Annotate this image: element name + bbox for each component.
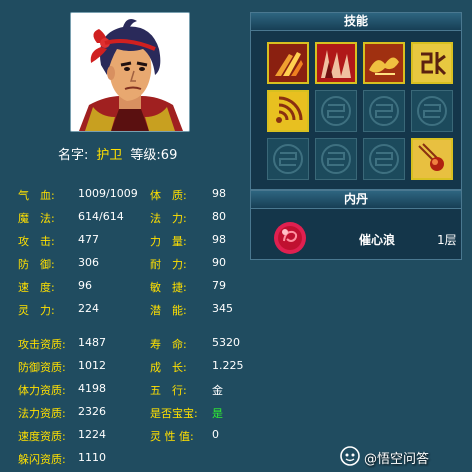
stat-value: 614/614 — [78, 210, 124, 223]
attribute-value: 345 — [212, 302, 233, 315]
warrior-portrait-icon — [71, 13, 189, 131]
skill-slot[interactable] — [315, 42, 357, 84]
skill-slot[interactable] — [411, 138, 453, 180]
flying-beast-skill-icon — [365, 44, 403, 82]
skill-slot[interactable] — [267, 90, 309, 132]
level-label: 等级: — [130, 148, 161, 163]
claw-strike-skill-icon — [269, 44, 307, 82]
aptitude-label: 防御资质: — [18, 361, 66, 374]
attribute-label: 法 力: — [150, 212, 187, 225]
empty-slot-icon — [417, 96, 447, 126]
skill-grid — [267, 42, 459, 180]
stat-label: 魔 法: — [18, 212, 55, 225]
inner-dan-panel: 内丹 催心浪 1层 — [250, 190, 462, 260]
growth-label: 寿 命: — [150, 338, 187, 351]
aptitude-label: 法力资质: — [18, 407, 66, 420]
empty-skill-slot[interactable] — [267, 138, 309, 180]
empty-slot-icon — [321, 144, 351, 174]
aptitude-value: 1110 — [78, 451, 106, 464]
name-level-row: 名字: 护卫 等级:69 — [58, 144, 177, 163]
growth-value: 金 — [212, 384, 223, 397]
empty-slot-icon — [321, 96, 351, 126]
growth-value: 是 — [212, 407, 223, 420]
attribute-label: 耐 力: — [150, 258, 187, 271]
attribute-label: 潜 能: — [150, 304, 187, 317]
aptitude-label: 速度资质: — [18, 430, 66, 443]
stat-label: 速 度: — [18, 281, 55, 294]
empty-slot-icon — [273, 144, 303, 174]
growth-label: 是否宝宝: — [150, 407, 198, 420]
attribute-value: 98 — [212, 233, 226, 246]
name-label: 名字: — [58, 148, 89, 163]
aptitude-label: 攻击资质: — [18, 338, 66, 351]
inner-dan-title: 内丹 — [251, 191, 461, 209]
attribute-value: 79 — [212, 279, 226, 292]
growth-value: 5320 — [212, 336, 240, 349]
stat-label: 灵 力: — [18, 304, 55, 317]
growth-label: 成 长: — [150, 361, 187, 374]
aptitude-value: 1224 — [78, 428, 106, 441]
attribute-value: 90 — [212, 256, 226, 269]
stat-value: 477 — [78, 233, 99, 246]
watermark: @悟空问答 — [340, 446, 470, 468]
empty-skill-slot[interactable] — [411, 90, 453, 132]
watermark-text: @悟空问答 — [364, 452, 430, 467]
inner-dan-name: 催心浪 — [359, 233, 396, 247]
growth-label: 灵 性 值: — [150, 430, 194, 443]
stat-value: 96 — [78, 279, 92, 292]
attribute-label: 体 质: — [150, 189, 187, 202]
empty-slot-icon — [369, 96, 399, 126]
attribute-value: 80 — [212, 210, 226, 223]
character-level: 69 — [160, 148, 178, 163]
stat-value: 306 — [78, 256, 99, 269]
skills-panel: 技能 — [250, 12, 462, 190]
stat-label: 攻 击: — [18, 235, 55, 248]
inner-dan-level: 1层 — [437, 233, 457, 247]
stat-value: 1009/1009 — [78, 187, 138, 200]
skills-panel-title: 技能 — [251, 13, 461, 31]
empty-skill-slot[interactable] — [315, 90, 357, 132]
aptitude-value: 1012 — [78, 359, 106, 372]
stat-label: 防 御: — [18, 258, 55, 271]
wukong-logo-icon — [340, 446, 360, 466]
red-orb-icon[interactable] — [273, 221, 307, 255]
attribute-label: 敏 捷: — [150, 281, 187, 294]
skill-slot[interactable] — [267, 42, 309, 84]
empty-skill-slot[interactable] — [315, 138, 357, 180]
aptitude-label: 躲闪资质: — [18, 453, 66, 466]
growth-value: 1.225 — [212, 359, 244, 372]
blood-strike-skill-icon — [317, 44, 355, 82]
stat-label: 气 血: — [18, 189, 55, 202]
attribute-value: 98 — [212, 187, 226, 200]
skill-slot[interactable] — [411, 42, 453, 84]
stat-value: 224 — [78, 302, 99, 315]
aptitude-value: 2326 — [78, 405, 106, 418]
character-name: 护卫 — [96, 148, 123, 163]
empty-slot-icon — [369, 144, 399, 174]
sound-wave-skill-icon — [269, 92, 307, 130]
character-portrait — [70, 12, 190, 132]
growth-label: 五 行: — [150, 384, 187, 397]
growth-value: 0 — [212, 428, 219, 441]
skill-slot[interactable] — [363, 42, 405, 84]
meteor-skill-icon — [413, 140, 451, 178]
aptitude-value: 4198 — [78, 382, 106, 395]
aptitude-label: 体力资质: — [18, 384, 66, 397]
aptitude-value: 1487 — [78, 336, 106, 349]
empty-skill-slot[interactable] — [363, 90, 405, 132]
rune-skill-icon — [413, 44, 451, 82]
attribute-label: 力 量: — [150, 235, 187, 248]
empty-skill-slot[interactable] — [363, 138, 405, 180]
